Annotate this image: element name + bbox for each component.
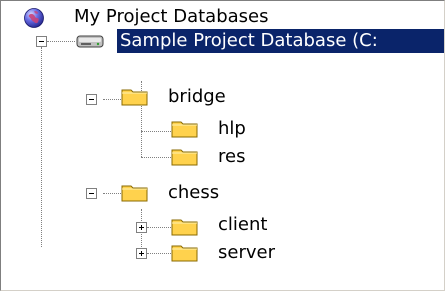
tree-folder-label[interactable]: bridge (165, 85, 229, 109)
globe-icon (24, 8, 44, 28)
database-drive-icon (76, 35, 104, 48)
tree-connector (41, 47, 42, 247)
collapse-toggle-bridge[interactable] (86, 94, 97, 105)
folder-icon (121, 185, 148, 202)
tree-connector (141, 157, 171, 158)
folder-icon (171, 245, 198, 262)
tree-connector (47, 41, 75, 42)
tree-database-label[interactable]: Sample Project Database (C: (117, 29, 444, 53)
project-tree-panel: My Project Databases Sample Project Data… (0, 0, 445, 291)
tree-folder-label[interactable]: res (215, 145, 248, 169)
tree-connector (103, 99, 123, 100)
tree-connector (103, 193, 123, 194)
collapse-toggle-database[interactable] (36, 36, 47, 47)
folder-icon (121, 89, 148, 106)
tree-root-label[interactable]: My Project Databases (71, 5, 271, 29)
tree-folder-label[interactable]: server (215, 241, 278, 265)
tree-connector (141, 131, 171, 132)
tree-connector (147, 253, 171, 254)
tree-folder-label[interactable]: chess (165, 181, 222, 205)
tree-connector (147, 227, 171, 228)
expand-toggle-client[interactable] (136, 222, 147, 233)
tree-folder-label[interactable]: client (215, 213, 270, 237)
tree-folder-label[interactable]: hlp (215, 117, 249, 141)
folder-icon (171, 121, 198, 138)
collapse-toggle-chess[interactable] (86, 188, 97, 199)
project-tree: My Project Databases Sample Project Data… (1, 1, 444, 290)
expand-toggle-server[interactable] (136, 248, 147, 259)
folder-icon (171, 219, 198, 236)
folder-icon (171, 149, 198, 166)
